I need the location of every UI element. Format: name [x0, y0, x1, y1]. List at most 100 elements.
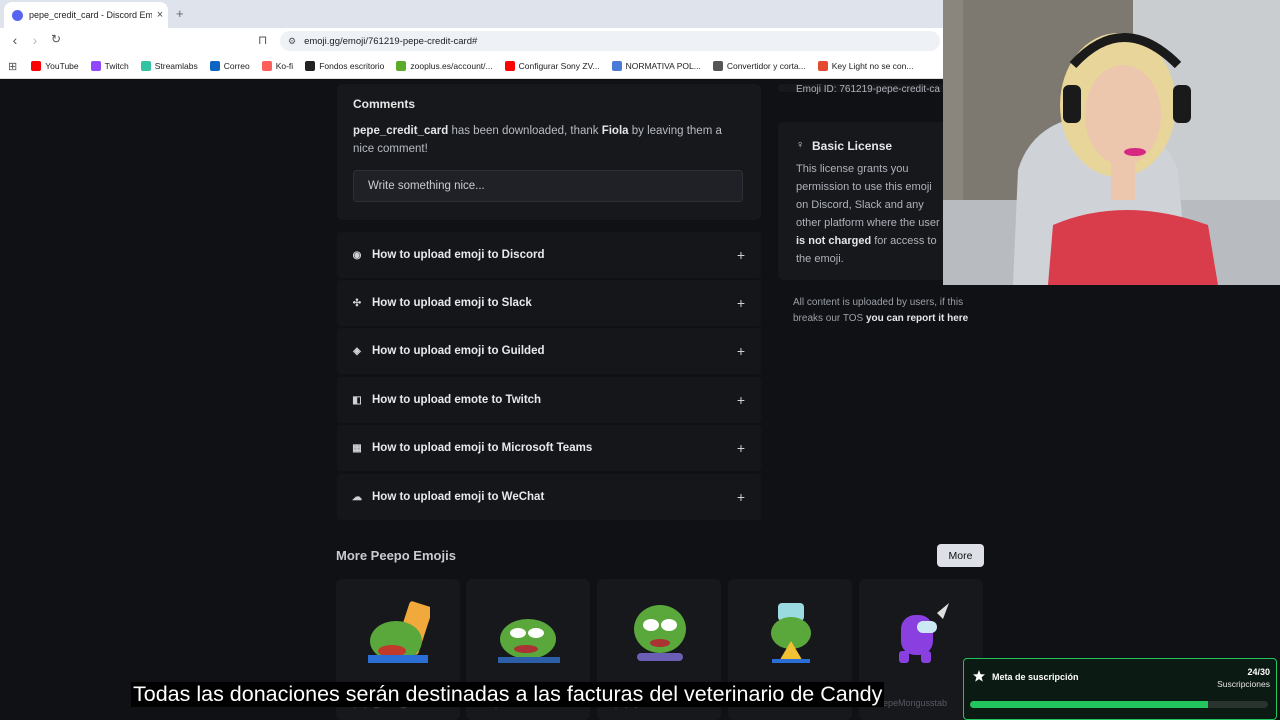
- guilded-icon: ◈: [353, 345, 361, 357]
- accordion-item[interactable]: ◧ How to upload emote to Twitch +: [337, 377, 761, 423]
- goal-count: 24/30: [1247, 667, 1270, 677]
- webcam-overlay: [943, 0, 1280, 285]
- emoji-image: [899, 603, 949, 663]
- report-link[interactable]: you can report it here: [866, 313, 968, 324]
- license-badge-icon: ♀: [796, 139, 805, 151]
- more-button[interactable]: More: [937, 544, 984, 567]
- accordion-item[interactable]: ◈ How to upload emoji to Guilded +: [337, 328, 761, 374]
- twitch-icon: ◧: [352, 394, 362, 406]
- report-notice: All content is uploaded by users, if thi…: [793, 295, 993, 327]
- subscription-goal-widget: Meta de suscripción 24/30 Suscripciones: [963, 658, 1277, 720]
- username: Fiola: [601, 125, 629, 137]
- bookmark-favicon-icon: [712, 61, 723, 71]
- bookmark-item[interactable]: Convertidor y corta...: [712, 61, 806, 71]
- forward-icon[interactable]: ›: [26, 32, 44, 48]
- bookmark-label: NORMATIVA POL...: [625, 61, 701, 71]
- bookmark-star-icon[interactable]: ⊓: [258, 33, 267, 47]
- wechat-icon: ☁: [352, 491, 362, 503]
- reload-icon[interactable]: ↻: [47, 32, 65, 46]
- bookmark-label: YouTube: [45, 61, 79, 71]
- expand-plus-icon[interactable]: +: [737, 295, 745, 311]
- bookmark-favicon-icon: [209, 61, 220, 71]
- teams-icon: ▦: [352, 442, 362, 454]
- accordion-label: How to upload emoji to Guilded: [372, 345, 545, 357]
- bookmark-item[interactable]: Fondos escritorio: [305, 61, 384, 71]
- accordion-label: How to upload emoji to Microsoft Teams: [372, 442, 593, 454]
- expand-plus-icon[interactable]: +: [737, 440, 745, 456]
- bookmark-label: Correo: [223, 61, 250, 71]
- bookmark-favicon-icon: [817, 61, 828, 71]
- tab-close-icon[interactable]: ×: [152, 9, 168, 21]
- emoji-image: [634, 605, 686, 661]
- goal-title: Meta de suscripción: [992, 672, 1079, 682]
- bookmark-item[interactable]: YouTube: [31, 61, 79, 71]
- bookmark-item[interactable]: Correo: [209, 61, 250, 71]
- bookmark-item[interactable]: Streamlabs: [140, 61, 198, 71]
- expand-plus-icon[interactable]: +: [737, 343, 745, 359]
- apps-grid-icon[interactable]: ⊞: [8, 60, 17, 73]
- bookmark-label: Streamlabs: [154, 61, 198, 71]
- license-text-a: This license grants you permission to us…: [796, 163, 940, 229]
- bookmark-item[interactable]: Ko-fi: [261, 61, 294, 71]
- bookmark-item[interactable]: Configurar Sony ZV...: [504, 61, 600, 71]
- tab-title: pepe_credit_card - Discord Emoji: [29, 10, 152, 20]
- accordion-label: How to upload emoji to WeChat: [372, 491, 545, 503]
- emoji-image: [368, 601, 430, 663]
- emoji-image: [498, 619, 560, 663]
- bookmark-favicon-icon: [90, 61, 101, 71]
- emoji-id: Emoji ID: 761219-pepe-credit-ca: [796, 84, 940, 95]
- emoji-name: pepe_credit_card: [353, 125, 449, 137]
- bookmark-label: zooplus.es/account/...: [410, 61, 493, 71]
- browser-tab[interactable]: pepe_credit_card - Discord Emoji ×: [4, 2, 168, 28]
- accordion-item[interactable]: ✣ How to upload emoji to Slack +: [337, 280, 761, 326]
- accordion-label: How to upload emote to Twitch: [372, 394, 542, 406]
- emoji-tile-label: PepeMongusstab: [877, 698, 948, 708]
- comment-input[interactable]: [353, 170, 743, 202]
- url-field[interactable]: ⚙ emoji.gg/emoji/761219-pepe-credit-card#: [280, 31, 940, 51]
- comment-text-mid: has been downloaded, thank: [448, 125, 602, 137]
- bookmark-favicon-icon: [611, 61, 622, 71]
- bookmark-label: Twitch: [104, 61, 129, 71]
- stream-subtitle: Todas las donaciones serán destinadas a …: [131, 682, 885, 707]
- emoji-image: [771, 603, 811, 663]
- bookmark-item[interactable]: zooplus.es/account/...: [396, 61, 493, 71]
- goal-progress-fill: [970, 701, 1209, 708]
- expand-plus-icon[interactable]: +: [737, 489, 745, 505]
- emojigg-favicon-icon: [12, 9, 23, 21]
- accordion-label: How to upload emoji to Discord: [372, 249, 545, 261]
- bookmark-favicon-icon: [504, 61, 515, 71]
- bookmark-label: Convertidor y corta...: [726, 61, 806, 71]
- comments-message: pepe_credit_card has been downloaded, th…: [353, 122, 743, 158]
- url-text: emoji.gg/emoji/761219-pepe-credit-card#: [304, 36, 478, 47]
- goal-progress-bar: [970, 701, 1268, 708]
- star-icon: [973, 670, 985, 682]
- bookmark-item[interactable]: NORMATIVA POL...: [611, 61, 701, 71]
- bookmark-label: Configurar Sony ZV...: [518, 61, 600, 71]
- bookmark-favicon-icon: [31, 61, 42, 71]
- bookmark-favicon-icon: [140, 61, 151, 71]
- webcam-feed-image: [943, 0, 1280, 285]
- site-info-icon[interactable]: ⚙: [288, 31, 296, 51]
- bookmark-label: Key Light no se con...: [831, 61, 914, 71]
- expand-plus-icon[interactable]: +: [737, 247, 745, 263]
- more-emojis-title: More Peepo Emojis: [336, 548, 456, 563]
- license-title: Basic License: [812, 139, 893, 153]
- back-icon[interactable]: ‹: [6, 32, 24, 48]
- bookmark-label: Ko-fi: [275, 61, 294, 71]
- discord-icon: ◉: [352, 249, 362, 261]
- new-tab-button[interactable]: +: [176, 6, 184, 21]
- license-text: This license grants you permission to us…: [796, 160, 946, 268]
- comments-heading: Comments: [353, 97, 416, 111]
- bookmark-favicon-icon: [305, 61, 316, 71]
- accordion-label: How to upload emoji to Slack: [372, 297, 532, 309]
- slack-icon: ✣: [352, 297, 362, 309]
- bookmark-item[interactable]: Twitch: [90, 61, 129, 71]
- accordion-item[interactable]: ☁ How to upload emoji to WeChat +: [337, 474, 761, 520]
- goal-unit: Suscripciones: [1217, 679, 1270, 689]
- bookmark-item[interactable]: Key Light no se con...: [817, 61, 914, 71]
- bookmark-favicon-icon: [261, 61, 272, 71]
- accordion-item[interactable]: ▦ How to upload emoji to Microsoft Teams +: [337, 425, 761, 471]
- accordion-item[interactable]: ◉ How to upload emoji to Discord +: [337, 232, 761, 278]
- license-bold: is not charged: [796, 235, 872, 247]
- expand-plus-icon[interactable]: +: [737, 392, 745, 408]
